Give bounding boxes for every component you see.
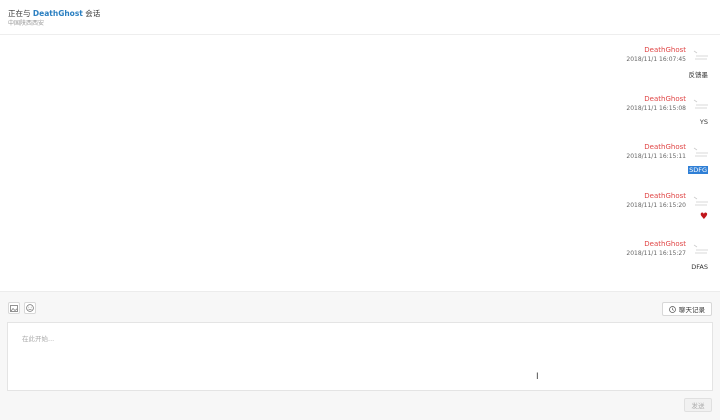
message-item: DeathGhost 2018/11/1 16:15:11 SDFG (460, 134, 720, 178)
heart-icon: ♥ (699, 212, 708, 222)
message-input[interactable] (7, 322, 713, 391)
message-item: DeathGhost 2018/11/1 16:15:20 ♥ (460, 183, 720, 227)
avatar[interactable] (690, 94, 712, 114)
avatar[interactable] (690, 142, 712, 162)
contact-name[interactable]: DeathGhost (33, 9, 83, 18)
emoji-icon (26, 304, 34, 312)
message-sender: DeathGhost (644, 95, 686, 103)
message-content: YS (699, 118, 708, 126)
message-sender: DeathGhost (644, 192, 686, 200)
message-item: DeathGhost 2018/11/1 16:15:08 YS (460, 86, 720, 130)
emoji-button[interactable] (24, 302, 36, 314)
avatar[interactable] (690, 45, 712, 65)
message-time: 2018/11/1 16:15:27 (626, 250, 686, 257)
chat-header: 正在与 DeathGhost 会话 中国陕西西安 (0, 0, 720, 35)
avatar[interactable] (690, 239, 712, 259)
clock-icon (669, 305, 676, 313)
message-content: SDFG (688, 166, 708, 174)
contact-location: 中国陕西西安 (8, 20, 45, 27)
message-time: 2018/11/1 16:07:45 (626, 56, 686, 63)
composer: 聊天记录 I 发送 (0, 291, 720, 420)
message-sender: DeathGhost (644, 46, 686, 54)
message-item: DeathGhost 2018/11/1 16:15:27 DFAS (460, 231, 720, 275)
image-button[interactable] (8, 302, 20, 314)
image-icon (10, 304, 18, 312)
message-time: 2018/11/1 16:15:08 (626, 105, 686, 112)
avatar[interactable] (690, 191, 712, 211)
send-button[interactable]: 发送 (684, 398, 712, 412)
message-item: DeathGhost 2018/11/1 16:07:45 反馈墨 (460, 37, 720, 81)
title-prefix: 正在与 (8, 9, 31, 18)
message-sender: DeathGhost (644, 240, 686, 248)
title-suffix: 会话 (85, 9, 101, 18)
chat-history-label: 聊天记录 (679, 306, 705, 314)
chat-history-button[interactable]: 聊天记录 (662, 302, 712, 316)
message-sender: DeathGhost (644, 143, 686, 151)
message-time: 2018/11/1 16:15:11 (626, 153, 686, 160)
text-cursor-icon: I (536, 372, 539, 382)
message-list: DeathGhost 2018/11/1 16:07:45 反馈墨 DeathG… (0, 35, 720, 291)
message-content: DFAS (691, 263, 708, 271)
message-time: 2018/11/1 16:15:20 (626, 202, 686, 209)
message-content: 反馈墨 (688, 71, 709, 79)
